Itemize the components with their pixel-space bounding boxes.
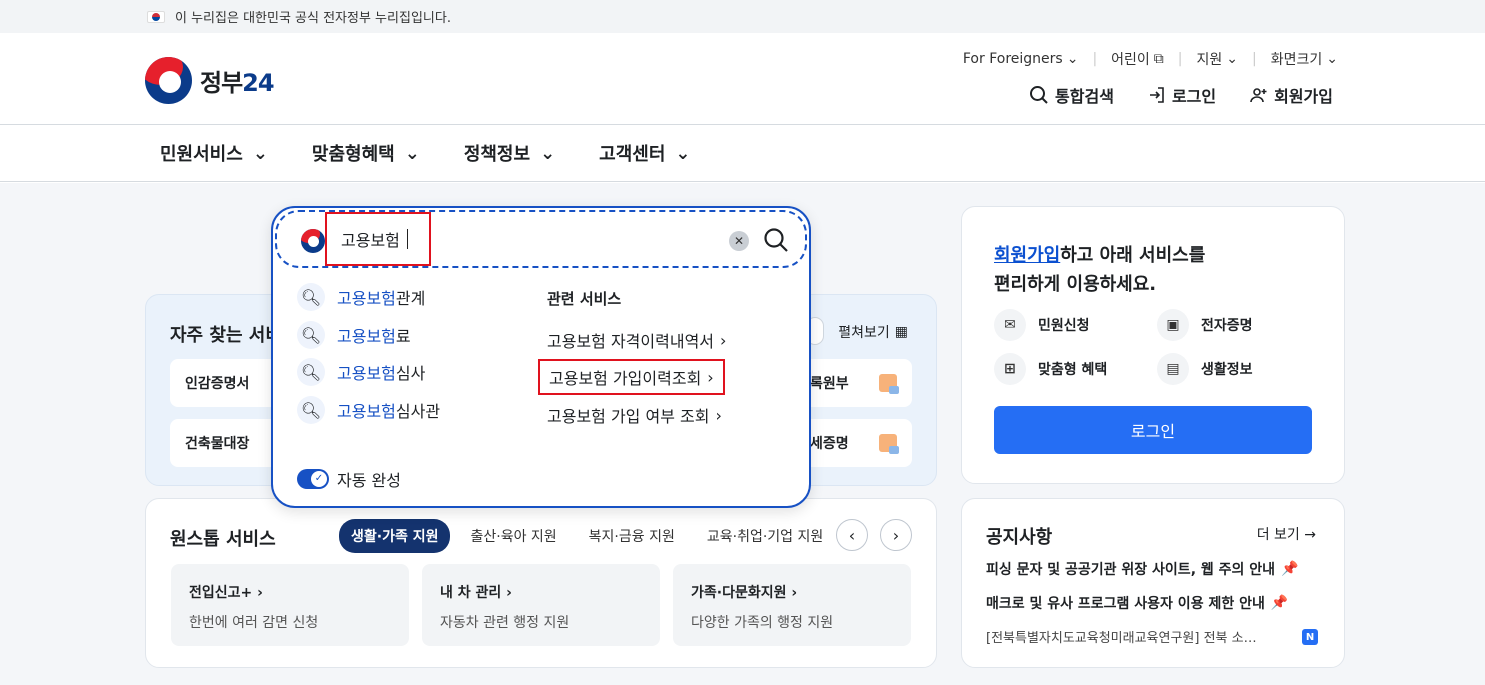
grid-icon: ▦	[894, 324, 908, 340]
related-service-link[interactable]: 고용보험 가입이력조회 ›	[538, 359, 725, 395]
tab-edu-job-business[interactable]: 교육·취업·기업 지원	[695, 519, 835, 553]
autocomplete-label: 자동 완성	[337, 471, 401, 490]
suggestion-item[interactable]: 🔍︎ 고용보험료	[297, 321, 411, 349]
logo[interactable]: 정부24	[145, 57, 275, 104]
id-card-icon: ▣	[1157, 309, 1189, 341]
pin-icon: 📌	[1281, 561, 1299, 577]
taegeuk-logo-icon	[301, 229, 325, 253]
document-icon	[879, 434, 899, 454]
gnb-item-support[interactable]: 고객센터 ⌄	[599, 140, 690, 166]
document-icon	[879, 374, 899, 394]
suggestion-item[interactable]: 🔍︎ 고용보험심사	[297, 358, 425, 386]
pin-icon: 📌	[1270, 595, 1289, 611]
chevron-down-icon: ⌄	[404, 142, 420, 164]
util-foreigners[interactable]: For Foreigners ⌄	[963, 49, 1079, 69]
gnb-item-benefits[interactable]: 맞춤형혜택 ⌄	[312, 140, 420, 166]
login-button[interactable]: 로그인	[994, 406, 1312, 454]
next-arrow-button[interactable]: ›	[880, 519, 912, 551]
clear-search-button[interactable]: ✕	[729, 231, 749, 251]
util-support[interactable]: 지원 ⌄	[1197, 49, 1239, 69]
member-message: 회원가입하고 아래 서비스를 편리하게 이용하세요.	[994, 245, 1206, 295]
new-badge: N	[1302, 629, 1318, 645]
autocomplete-toggle[interactable]	[297, 469, 329, 489]
notice-more-link[interactable]: 더 보기 →	[1257, 524, 1316, 544]
related-service-link[interactable]: 고용보험 자격이력내역서 ›	[547, 328, 726, 352]
unified-search-button[interactable]: 통합검색	[1029, 83, 1114, 107]
suggestion-item[interactable]: 🔍︎ 고용보험관계	[297, 283, 425, 311]
member-panel: 회원가입하고 아래 서비스를 편리하게 이용하세요. ✉ 민원신청 ▣ 전자증명 ⊞…	[961, 206, 1345, 484]
notice-item[interactable]: [전북특별자치도교육청미래교육연구원] 전북 소…	[986, 627, 1257, 646]
tab-welfare-finance[interactable]: 복지·금융 지원	[577, 519, 687, 553]
member-item-benefits[interactable]: ⊞ 맞춤형 혜택	[994, 353, 1107, 385]
chevron-right-icon: ›	[892, 525, 900, 545]
tab-life-family[interactable]: 생활·가족 지원	[339, 519, 451, 553]
search-icon	[1030, 86, 1048, 104]
expand-button[interactable]: 펼쳐보기 ▦	[838, 322, 908, 342]
util-kids[interactable]: 어린이 ⧉	[1111, 49, 1164, 69]
tab-birth-childcare[interactable]: 출산·육아 지원	[458, 519, 568, 553]
gov-banner: 이 누리집은 대한민국 공식 전자정부 누리집입니다.	[0, 0, 1485, 33]
search-autocomplete-popup: 고용보험 ✕ 🔍︎ 고용보험관계 🔍︎ 고용보험료 🔍︎ 고용보험심사 🔍︎ 고용보험심…	[271, 206, 811, 508]
chevron-down-icon: ⌄	[1226, 51, 1239, 67]
onestop-card[interactable]: 내 차 관리 › 자동차 관련 행정 지원	[422, 564, 660, 646]
login-link[interactable]: 로그인	[1148, 83, 1216, 107]
signup-link[interactable]: 회원가입	[994, 245, 1060, 266]
frequent-services-title: 자주 찾는 서비	[170, 325, 282, 346]
bookmark-icon: ▤	[1157, 353, 1189, 385]
external-link-icon: ⧉	[1153, 51, 1164, 67]
chevron-down-icon: ⌄	[675, 142, 691, 164]
chevron-down-icon: ⌄	[1326, 51, 1338, 67]
util-screen-size[interactable]: 화면크기 ⌄	[1271, 49, 1338, 69]
search-icon: 🔍︎	[297, 358, 325, 386]
onestop-panel: 원스톱 서비스 생활·가족 지원 출산·육아 지원 복지·금융 지원 교육·취업…	[145, 498, 937, 668]
related-services-title: 관련 서비스	[547, 290, 622, 308]
onestop-title: 원스톱 서비스	[170, 529, 276, 550]
onestop-card[interactable]: 전입신고+ › 한번에 여러 감면 신청	[171, 564, 409, 646]
onestop-card[interactable]: 가족·다문화지원 › 다양한 가족의 행정 지원	[673, 564, 911, 646]
gift-icon: ⊞	[994, 353, 1026, 385]
chevron-down-icon: ⌄	[252, 142, 268, 164]
logo-text: 정부24	[200, 69, 275, 97]
search-input[interactable]: 고용보험	[325, 212, 431, 266]
prev-arrow-button[interactable]: ‹	[836, 519, 868, 551]
envelope-icon: ✉	[994, 309, 1026, 341]
chevron-down-icon: ⌄	[540, 142, 556, 164]
header-actions: 통합검색 로그인 회원가입	[1029, 83, 1333, 107]
search-icon: 🔍︎	[297, 396, 325, 424]
text-caret	[406, 229, 408, 249]
global-nav: 민원서비스 ⌄ 맞춤형혜택 ⌄ 정책정보 ⌄ 고객센터 ⌄	[0, 125, 1485, 182]
login-icon	[1149, 87, 1164, 103]
gnb-item-policy[interactable]: 정책정보 ⌄	[464, 140, 555, 166]
gov-banner-text: 이 누리집은 대한민국 공식 전자정부 누리집입니다.	[175, 11, 451, 26]
related-service-link[interactable]: 고용보험 가입 여부 조회 ›	[547, 403, 722, 427]
chevron-down-icon: ⌄	[1066, 51, 1079, 67]
gnb-item-civil[interactable]: 민원서비스 ⌄	[160, 140, 268, 166]
suggestion-item[interactable]: 🔍︎ 고용보험심사관	[297, 396, 440, 424]
notice-item[interactable]: 매크로 및 유사 프로그램 사용자 이용 제한 안내 📌	[986, 593, 1288, 613]
member-item-life-info[interactable]: ▤ 생활정보	[1157, 353, 1253, 385]
chevron-right-icon: ›	[720, 330, 727, 350]
korea-flag-icon	[147, 10, 165, 23]
utility-menu: For Foreigners ⌄ | 어린이 ⧉ | 지원 ⌄ | 화면크기 ⌄	[962, 49, 1338, 69]
search-bar: 고용보험 ✕	[275, 210, 807, 268]
notice-title: 공지사항	[986, 527, 1053, 548]
site-header: 정부24 For Foreigners ⌄ | 어린이 ⧉ | 지원 ⌄ | 화면크기…	[0, 33, 1485, 125]
close-icon: ✕	[733, 234, 745, 248]
signup-link[interactable]: 회원가입	[1250, 83, 1333, 107]
chevron-right-icon: ›	[707, 367, 714, 387]
member-item-certificate[interactable]: ▣ 전자증명	[1157, 309, 1253, 341]
notice-item[interactable]: 피싱 문자 및 공공기관 위장 사이트, 웹 주의 안내 📌	[986, 559, 1298, 579]
onestop-tabs: 생활·가족 지원 출산·육아 지원 복지·금융 지원 교육·취업·기업 지원	[339, 519, 835, 553]
notice-panel: 공지사항 더 보기 → 피싱 문자 및 공공기관 위장 사이트, 웹 주의 안내…	[961, 498, 1345, 668]
member-item-civil[interactable]: ✉ 민원신청	[994, 309, 1090, 341]
search-submit-button[interactable]	[763, 227, 789, 253]
chevron-right-icon: ›	[715, 405, 722, 425]
chevron-left-icon: ‹	[848, 525, 856, 545]
add-user-icon	[1250, 88, 1267, 103]
search-icon: 🔍︎	[297, 283, 325, 311]
taegeuk-logo-icon	[145, 57, 192, 104]
search-icon: 🔍︎	[297, 321, 325, 349]
autocomplete-toggle-row: 자동 완성	[297, 467, 401, 491]
